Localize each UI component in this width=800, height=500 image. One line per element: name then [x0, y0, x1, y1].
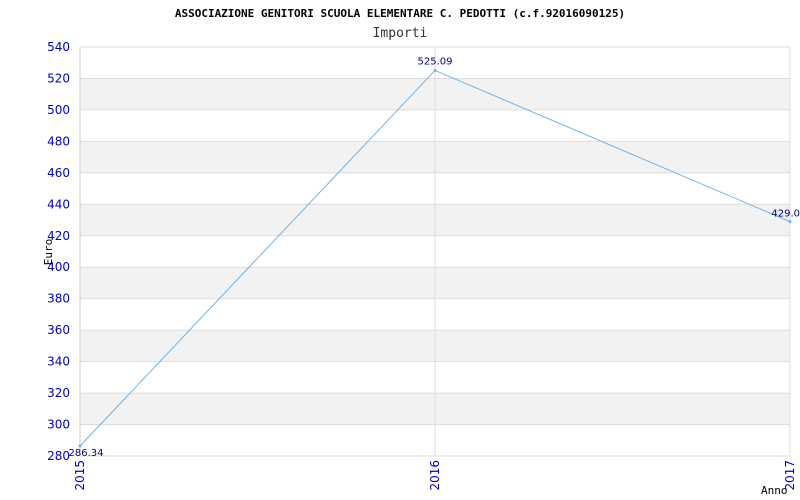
data-point	[433, 68, 437, 72]
data-label: 286.34	[69, 448, 104, 459]
y-tick-label: 340	[47, 355, 70, 369]
x-tick-label: 2015	[73, 460, 87, 491]
data-point	[788, 220, 792, 224]
y-tick-label: 520	[47, 71, 70, 85]
y-tick-label: 280	[47, 449, 70, 463]
data-label: 525.09	[418, 56, 453, 67]
y-tick-label: 380	[47, 292, 70, 306]
x-tick-labels: 2015 2016 2017	[73, 460, 797, 491]
y-tick-label: 360	[47, 323, 70, 337]
data-label: 429.0	[771, 209, 800, 220]
y-tick-label: 480	[47, 134, 70, 148]
chart-title: ASSOCIAZIONE GENITORI SCUOLA ELEMENTARE …	[175, 7, 625, 20]
y-tick-label: 440	[47, 197, 70, 211]
y-tick-label: 320	[47, 386, 70, 400]
chart-subtitle: Importi	[373, 26, 428, 41]
x-axis-label: Anno	[761, 484, 788, 497]
line-chart: 2803003203403603804004204404604805005205…	[42, 7, 800, 497]
y-tick-label: 500	[47, 103, 70, 117]
y-tick-label: 540	[47, 40, 70, 54]
y-tick-label: 300	[47, 418, 70, 432]
y-axis-label: Euro	[42, 239, 55, 266]
y-tick-label: 460	[47, 166, 70, 180]
x-tick-label: 2016	[428, 460, 442, 491]
